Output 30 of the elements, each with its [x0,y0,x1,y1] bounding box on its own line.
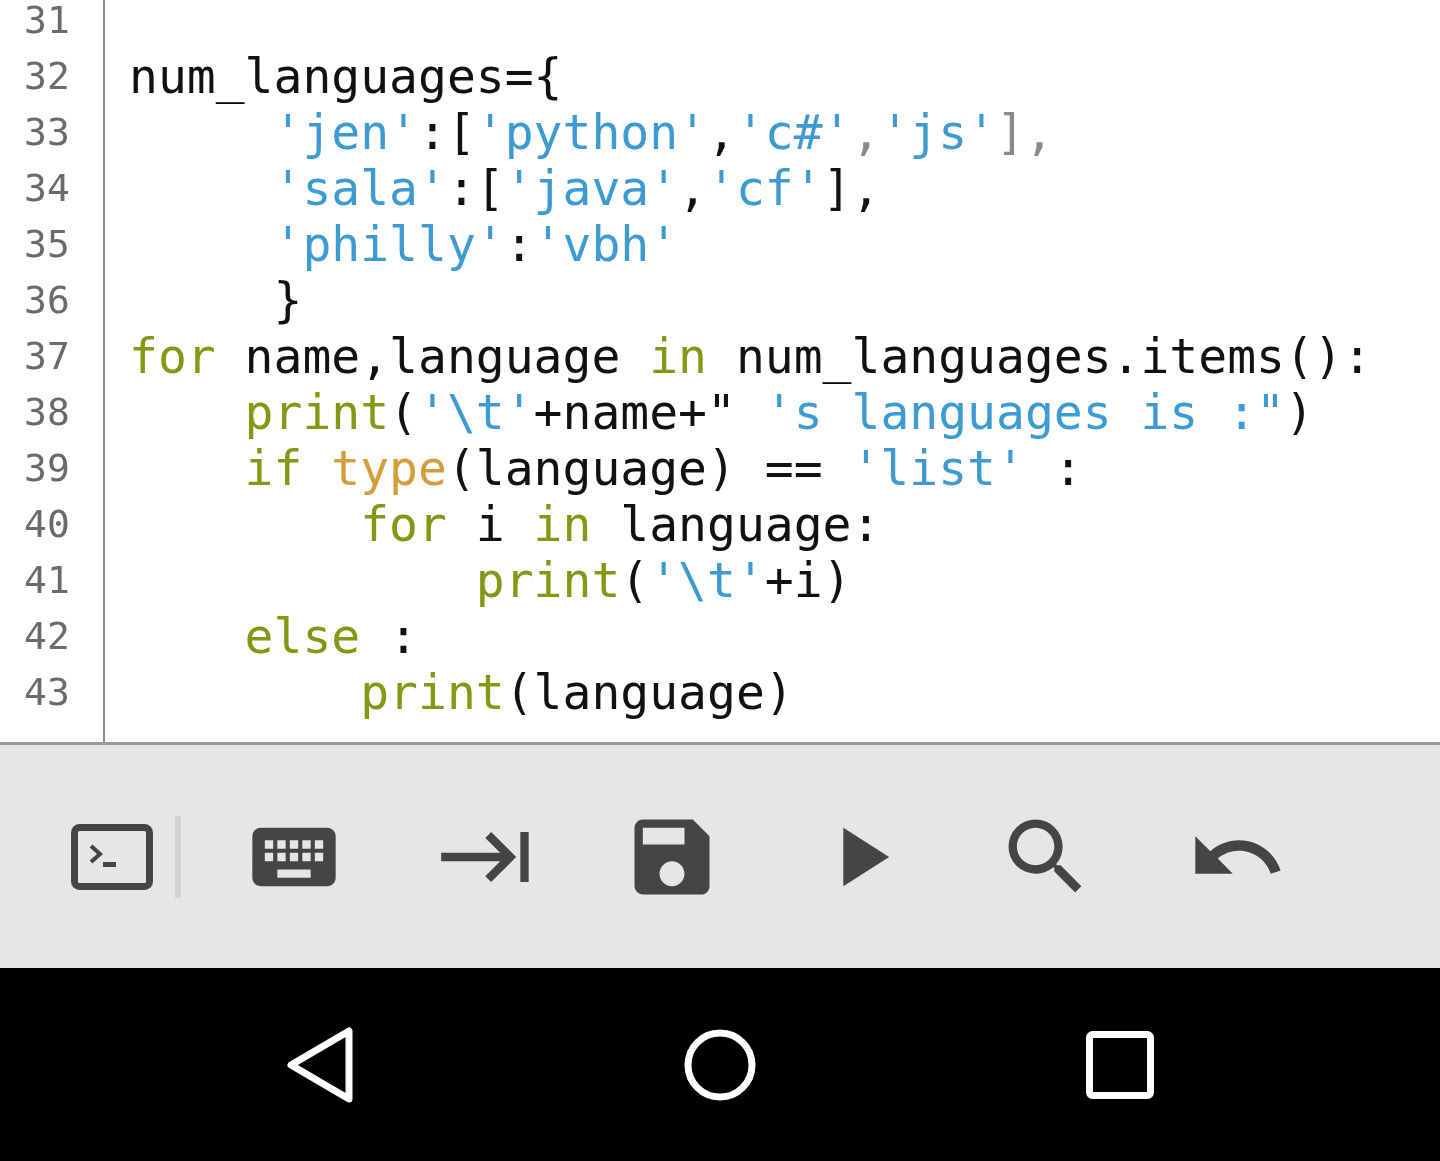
code-line: 'sala':['java','cf'], [272,160,881,216]
line-number: 42 [24,613,70,660]
home-circle-icon [684,1028,756,1101]
code-line: for name,language in num_languages.items(): [129,328,1372,384]
code-line: print('\t'+i) [474,552,852,608]
line-number: 40 [24,501,70,548]
line-number: 38 [24,389,70,436]
line-number: 39 [24,445,70,492]
code-line: } [272,272,303,328]
code-line: print(language) [359,664,794,720]
code-line: 'philly':'vbh' [272,216,679,272]
line-number: 35 [24,221,70,268]
line-number: 37 [24,333,70,380]
code-line: print('\t'+name+" 's languages is :") [243,384,1314,440]
back-triangle-icon [285,1025,355,1104]
line-number: 36 [24,277,70,324]
line-number: 41 [24,557,70,604]
code-line: else : [243,608,418,664]
line-number: 33 [24,109,70,156]
code-line: if type(language) == 'list' : [243,440,1083,496]
code-line: 'jen':['python','c#','js'], [272,104,1054,160]
line-number: 31 [24,0,70,44]
recents-square-icon [1086,1030,1154,1099]
code-line: for i in language: [359,496,881,552]
code-editor[interactable] [0,0,1440,745]
line-number: 32 [24,53,70,100]
line-number: 34 [24,165,70,212]
line-number: 43 [24,669,70,716]
code-line: num_languages={ [129,48,563,104]
terminal-icon [71,823,153,890]
